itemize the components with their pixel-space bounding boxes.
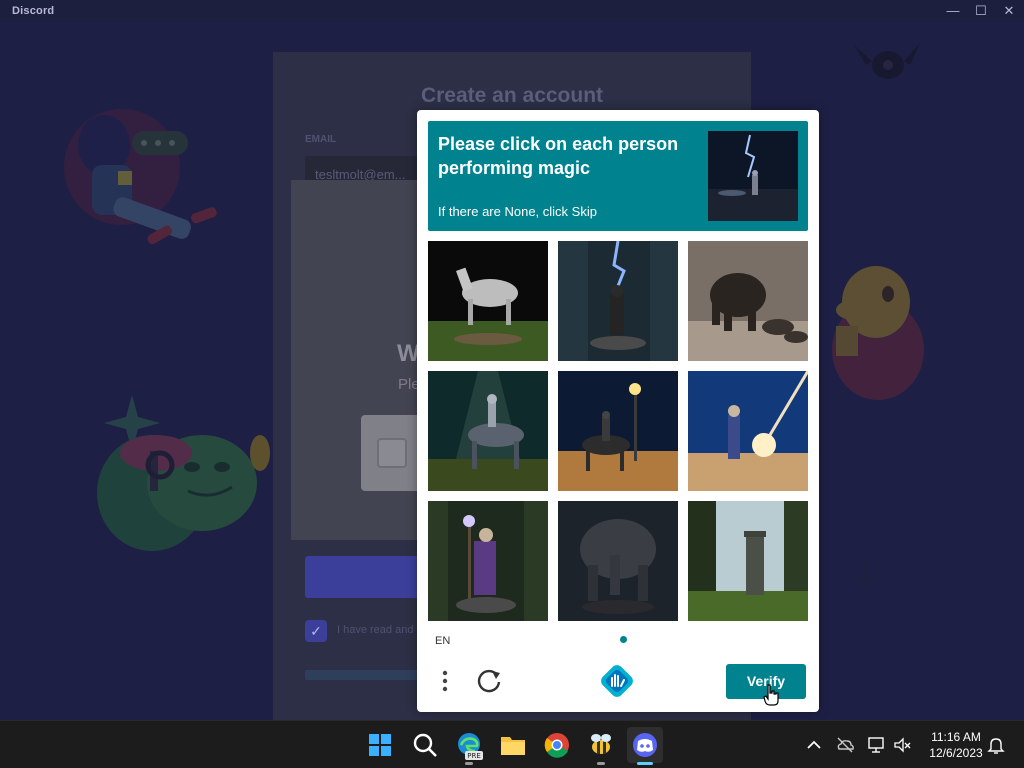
register-title: Create an account — [420, 84, 604, 107]
hcaptcha-logo-icon — [600, 664, 634, 698]
tile-figure-lightning[interactable] — [558, 241, 678, 361]
start-icon[interactable] — [362, 727, 398, 763]
tos-checkbox[interactable]: ✓ — [305, 620, 327, 642]
edge-running-indicator — [465, 762, 473, 765]
sample-image — [708, 131, 798, 221]
clock-date: 12/6/2023 — [929, 746, 983, 760]
chevron-up-icon[interactable] — [804, 735, 824, 755]
hcaptcha-checkbox[interactable] — [377, 438, 407, 468]
maximize-button[interactable]: ☐ — [970, 2, 992, 20]
tile-horse-statue[interactable] — [428, 241, 548, 361]
title-bar: Discord — ☐ ✕ — [0, 0, 1024, 22]
tile-wizard-beam[interactable] — [688, 371, 808, 491]
prompt-banner: Please click on each person performing m… — [428, 121, 808, 231]
tile-elephant-rocks[interactable] — [688, 241, 808, 361]
hand-cursor-icon — [762, 683, 780, 707]
captcha-challenge: Please click on each person performing m… — [417, 110, 819, 712]
tile-rider-desert-lamp[interactable] — [558, 371, 678, 491]
tile-forest-tower[interactable] — [688, 501, 808, 621]
clock-time: 11:16 AM — [931, 730, 981, 744]
email-label: EMAIL — [305, 134, 337, 145]
onedrive-icon[interactable] — [835, 735, 855, 755]
bee-running-indicator — [597, 762, 605, 765]
network-icon[interactable] — [867, 735, 887, 755]
file-explorer-icon[interactable] — [495, 727, 531, 763]
skip-hint: If there are None, click Skip — [438, 204, 597, 219]
tile-wizard-staff[interactable] — [428, 501, 548, 621]
page-indicator — [620, 636, 627, 643]
minimize-button[interactable]: — — [942, 2, 964, 20]
svg-text:PRE: PRE — [467, 752, 481, 760]
login-link[interactable] — [305, 670, 425, 680]
taskbar-clock[interactable]: 11:16 AM 12/6/2023 — [922, 729, 990, 761]
prompt-text: Please click on each person performing m… — [438, 134, 679, 178]
edge-icon[interactable]: PRE — [451, 727, 487, 765]
chrome-icon[interactable] — [539, 727, 575, 763]
close-button[interactable]: ✕ — [998, 2, 1020, 20]
tile-horse-rider-light[interactable] — [428, 371, 548, 491]
menu-icon[interactable] — [435, 668, 455, 694]
refresh-icon[interactable] — [475, 667, 503, 695]
tile-elephant-statue[interactable] — [558, 501, 678, 621]
tos-text: I have read and — [337, 624, 414, 636]
discord-icon[interactable] — [627, 727, 663, 765]
volume-muted-icon[interactable] — [892, 735, 912, 755]
app-title: Discord — [12, 5, 55, 17]
search-icon[interactable] — [407, 727, 443, 763]
taskbar: PRE 11:16 AM 12/6/2023 — [0, 720, 1024, 768]
language-selector[interactable]: EN — [435, 635, 450, 647]
bee-app-icon[interactable] — [583, 727, 619, 765]
discord-active-indicator — [637, 762, 653, 765]
image-grid — [428, 241, 808, 621]
notification-bell-icon[interactable] — [986, 735, 1006, 755]
